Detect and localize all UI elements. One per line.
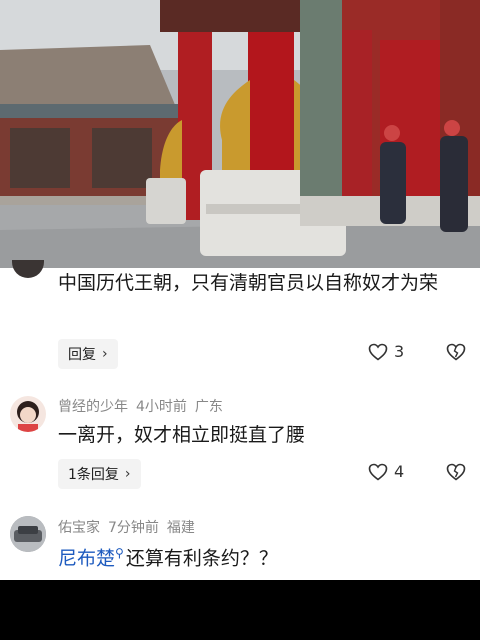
like-count: 4 (394, 462, 405, 481)
avatar[interactable] (10, 396, 46, 432)
bottom-bar (0, 580, 480, 640)
dislike-button[interactable] (446, 343, 466, 361)
palace-scene-image (0, 0, 480, 268)
comment-text: 一离开，奴才相立即挺直了腰 (58, 424, 306, 446)
comment-location: 广东 (194, 399, 223, 415)
chevron-right-icon: › (102, 346, 108, 362)
comment-location: 福建 (166, 520, 195, 536)
comment-text: 尼布楚⚲ 还算有利条约？？ (58, 538, 278, 573)
search-icon[interactable]: ⚲ (115, 546, 124, 560)
dislike-button[interactable] (446, 463, 466, 481)
comment-time: 4小时前 (136, 399, 187, 415)
reply-label: 回复 (68, 347, 96, 363)
heart-outline-icon (368, 343, 388, 361)
comment-time: 7分钟前 (108, 520, 159, 536)
like-button[interactable]: 4 (368, 462, 404, 481)
avatar[interactable] (10, 516, 46, 552)
comment-list: 中国历代王朝，只有清朝官员以自称奴才为荣 回复 › 3 曾经的少年 4小时前 广… (0, 260, 480, 580)
comment-text: 中国历代王朝，只有清朝官员以自称奴才为荣 (58, 272, 439, 294)
username[interactable]: 曾经的少年 (58, 396, 128, 416)
heart-outline-icon (368, 463, 388, 481)
username[interactable]: 佑宝家 (58, 517, 100, 537)
comment-meta: 佑宝家 7分钟前 福建 (58, 517, 195, 537)
avatar[interactable] (12, 260, 44, 278)
reply-label: 1条回复 (68, 467, 119, 483)
like-count: 3 (394, 342, 405, 361)
like-button[interactable]: 3 (368, 342, 404, 361)
broken-heart-icon (446, 463, 466, 481)
chevron-right-icon: › (124, 466, 131, 482)
reply-button[interactable]: 1条回复 › (58, 459, 141, 489)
video-frame[interactable] (0, 0, 480, 268)
comment-meta: 曾经的少年 4小时前 广东 (58, 396, 223, 416)
broken-heart-icon (446, 343, 466, 361)
reply-button[interactable]: 回复 › (58, 339, 118, 369)
comment-text-rest: 还算有利条约？？ (125, 547, 278, 570)
search-link[interactable]: 尼布楚 (58, 547, 115, 569)
